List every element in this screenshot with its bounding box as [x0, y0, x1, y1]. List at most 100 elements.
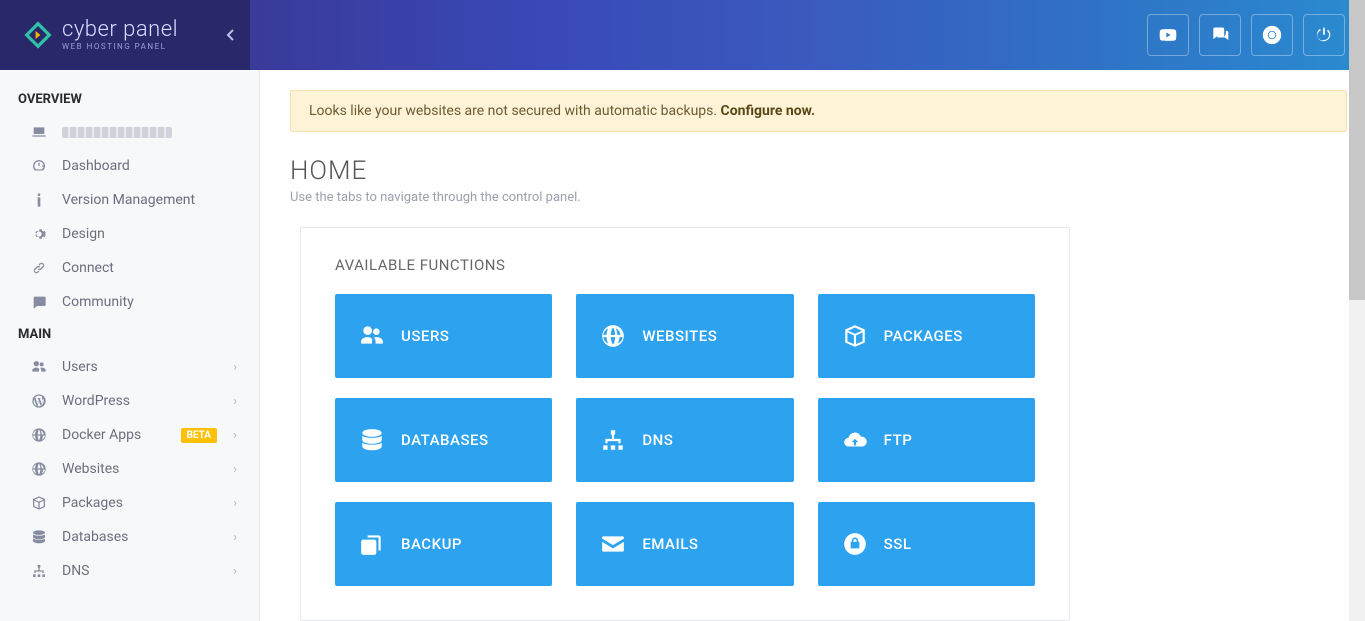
- sidebar-item-label: Version Management: [62, 192, 195, 208]
- sidebar-item-databases[interactable]: Databases ›: [0, 520, 259, 554]
- header-left: cyber panel WEB HOSTING PANEL: [0, 19, 260, 51]
- page-title: HOME: [290, 156, 1347, 186]
- tile-label: DATABASES: [401, 431, 489, 449]
- page-subtitle: Use the tabs to navigate through the con…: [290, 190, 1347, 205]
- package-icon: [842, 323, 868, 349]
- sidebar-item-label: Design: [62, 226, 105, 242]
- database-icon: [359, 427, 385, 453]
- sidebar-item-community[interactable]: Community: [0, 285, 259, 319]
- tile-backup[interactable]: BACKUP: [335, 502, 552, 586]
- users-icon: [359, 323, 385, 349]
- sidebar-item-label: Websites: [62, 461, 119, 477]
- chevron-right-icon: ›: [233, 428, 237, 443]
- logo[interactable]: cyber panel WEB HOSTING PANEL: [22, 19, 178, 51]
- tile-label: DNS: [642, 431, 673, 449]
- tile-label: BACKUP: [401, 535, 462, 553]
- chevron-right-icon: ›: [233, 360, 237, 375]
- info-icon: [30, 192, 48, 208]
- support-icon: [1262, 25, 1282, 45]
- laptop-icon: [30, 124, 48, 140]
- dashboard-icon: [30, 158, 48, 174]
- beta-badge: BETA: [181, 428, 218, 443]
- youtube-button[interactable]: [1147, 14, 1189, 56]
- support-button[interactable]: [1251, 14, 1293, 56]
- sidebar-item-version[interactable]: Version Management: [0, 183, 259, 217]
- youtube-icon: [1158, 25, 1178, 45]
- tile-label: PACKAGES: [884, 327, 963, 345]
- scrollbar-thumb[interactable]: [1349, 0, 1365, 300]
- sidebar-item-label: Databases: [62, 529, 128, 545]
- server-ip-obscured: [62, 127, 172, 138]
- sidebar-item-ip[interactable]: [0, 115, 259, 149]
- tile-websites[interactable]: WEBSITES: [576, 294, 793, 378]
- alert-cta[interactable]: Configure now.: [721, 103, 816, 119]
- chevron-right-icon: ›: [233, 564, 237, 579]
- globe-icon: [600, 323, 626, 349]
- tile-ftp[interactable]: FTP: [818, 398, 1035, 482]
- tile-label: SSL: [884, 535, 912, 553]
- tile-label: EMAILS: [642, 535, 698, 553]
- functions-card: AVAILABLE FUNCTIONS USERS WEBSITES PACKAGE…: [300, 227, 1070, 621]
- tile-label: WEBSITES: [642, 327, 717, 345]
- tile-databases[interactable]: DATABASES: [335, 398, 552, 482]
- chevron-left-icon: [225, 28, 235, 42]
- sidebar-item-users[interactable]: Users ›: [0, 350, 259, 384]
- sidebar-item-label: Packages: [62, 495, 123, 511]
- power-button[interactable]: [1303, 14, 1345, 56]
- sidebar-item-websites[interactable]: Websites›: [0, 452, 259, 486]
- envelope-icon: [600, 531, 626, 557]
- chat-icon: [1210, 25, 1230, 45]
- gear-icon: [30, 226, 48, 242]
- globe-icon: [30, 427, 48, 443]
- logo-icon: [22, 19, 54, 51]
- sidebar: OVERVIEW Dashboard Version Management Desig…: [0, 70, 260, 621]
- globe-icon: [30, 461, 48, 477]
- sidebar-collapse-button[interactable]: [218, 23, 242, 47]
- chevron-right-icon: ›: [233, 530, 237, 545]
- header-actions: [1147, 14, 1365, 56]
- sidebar-item-wordpress[interactable]: WordPress ›: [0, 384, 259, 418]
- backup-alert: Looks like your websites are not secured…: [290, 90, 1347, 132]
- tile-emails[interactable]: EMAILS: [576, 502, 793, 586]
- tiles-grid: USERS WEBSITES PACKAGES DATABASES DNS FTP BACK…: [335, 294, 1035, 586]
- tile-label: USERS: [401, 327, 449, 345]
- wordpress-icon: [30, 393, 48, 409]
- sidebar-item-label: Docker Apps: [62, 427, 141, 443]
- sidebar-item-docker[interactable]: Docker Apps BETA ›: [0, 418, 259, 452]
- sidebar-item-label: Connect: [62, 260, 114, 276]
- chat-button[interactable]: [1199, 14, 1241, 56]
- tile-packages[interactable]: PACKAGES: [818, 294, 1035, 378]
- brand-subtitle: WEB HOSTING PANEL: [62, 43, 178, 51]
- sitemap-icon: [30, 563, 48, 579]
- link-icon: [30, 260, 48, 276]
- copy-icon: [359, 531, 385, 557]
- sidebar-item-connect[interactable]: Connect: [0, 251, 259, 285]
- chevron-right-icon: ›: [233, 394, 237, 409]
- sidebar-item-packages[interactable]: Packages ›: [0, 486, 259, 520]
- card-title: AVAILABLE FUNCTIONS: [335, 256, 1035, 274]
- database-icon: [30, 529, 48, 545]
- users-icon: [30, 359, 48, 375]
- package-icon: [30, 495, 48, 511]
- sidebar-item-design[interactable]: Design: [0, 217, 259, 251]
- sidebar-item-label: Users: [62, 359, 98, 375]
- chevron-right-icon: ›: [233, 496, 237, 511]
- tile-users[interactable]: USERS: [335, 294, 552, 378]
- brand-title: cyber panel: [62, 19, 178, 41]
- sidebar-section-overview: OVERVIEW: [0, 84, 259, 115]
- sidebar-item-label: Dashboard: [62, 158, 130, 174]
- sidebar-item-label: Community: [62, 294, 134, 310]
- sidebar-item-label: WordPress: [62, 393, 130, 409]
- power-icon: [1314, 25, 1334, 45]
- tile-ssl[interactable]: SSL: [818, 502, 1035, 586]
- cloud-icon: [842, 427, 868, 453]
- main: Looks like your websites are not secured…: [260, 70, 1347, 621]
- sidebar-item-dashboard[interactable]: Dashboard: [0, 149, 259, 183]
- tile-dns[interactable]: DNS: [576, 398, 793, 482]
- sidebar-item-label: DNS: [62, 563, 90, 579]
- comment-icon: [30, 294, 48, 310]
- header: cyber panel WEB HOSTING PANEL: [0, 0, 1365, 70]
- lock-icon: [842, 531, 868, 557]
- logo-text: cyber panel WEB HOSTING PANEL: [62, 19, 178, 51]
- sidebar-item-dns[interactable]: DNS ›: [0, 554, 259, 588]
